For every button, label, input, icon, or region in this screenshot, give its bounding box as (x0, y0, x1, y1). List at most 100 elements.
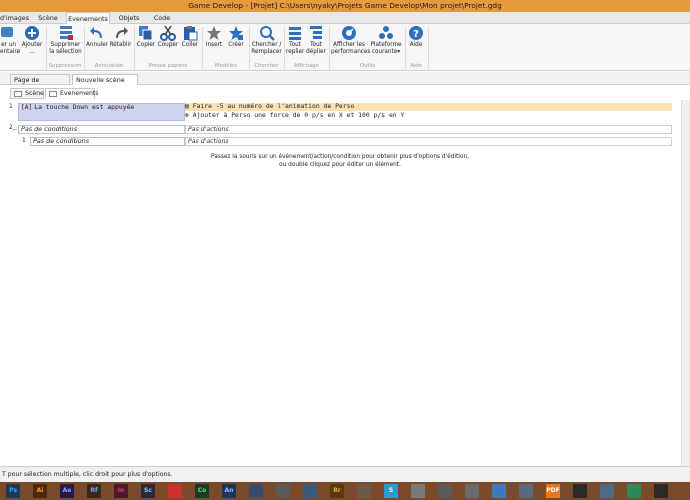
comment-icon (0, 27, 13, 37)
collapse-toggle-icon[interactable]: ⌐ (13, 127, 17, 133)
taskbar-app-icon[interactable]: S (384, 484, 398, 498)
taskbar-app-icon[interactable]: Rf (87, 484, 101, 498)
cut-button[interactable]: Couper (157, 25, 179, 49)
windows-taskbar: Ps Ai Ae Rf In Sc Co An Br S PDF (0, 482, 690, 500)
force-icon: ⊛ (185, 111, 189, 119)
undo-button[interactable]: Annuler (86, 25, 108, 49)
expand-all-icon (310, 26, 322, 39)
action-block[interactable]: Pas d'actions (185, 125, 672, 134)
taskbar-app-icon[interactable]: Ps (6, 484, 20, 498)
tab-nouvelle-scene[interactable]: Nouvelle scène ✕ (72, 74, 138, 94)
taskbar-app-icon[interactable] (573, 484, 587, 498)
condition-block[interactable]: [A] La touche Down est appuyée (18, 103, 185, 121)
help-label: Aide (409, 42, 423, 48)
tab-objets[interactable]: Objets (114, 12, 144, 24)
taskbar-app-icon[interactable]: An (222, 484, 236, 498)
current-platform-dropdown[interactable]: Plateforme courante▾ (368, 25, 404, 55)
add-comment-label-2: entaire (0, 48, 21, 55)
taskbar-app-icon[interactable] (249, 484, 263, 498)
event-number: 1 (22, 137, 26, 144)
taskbar-app-icon[interactable] (276, 484, 290, 498)
scene-view-tabs: Scène Evenements (0, 86, 690, 100)
tab-page-demarrage[interactable]: Page de démarrage (10, 74, 70, 94)
taskbar-app-icon[interactable] (600, 484, 614, 498)
add-comment-button[interactable]: er un entaire (0, 25, 21, 55)
svg-text:?: ? (413, 29, 419, 40)
star-plus-icon (229, 26, 243, 40)
search-replace-button[interactable]: Chercher / Remplacer (250, 25, 283, 55)
insert-template-button[interactable]: Insert (204, 25, 224, 49)
action-text: Ajouter à Perso une force de 0 p/s en X … (192, 111, 405, 119)
redo-label: Rétablir (109, 42, 132, 48)
subtab-evenements[interactable]: Evenements (45, 88, 99, 99)
show-performance-button[interactable]: Afficher les performances (331, 25, 370, 55)
group-label-modeles: Modèles (215, 63, 237, 69)
group-separator (84, 27, 85, 69)
taskbar-app-icon[interactable]: Ae (60, 484, 74, 498)
delete-label-1: Supprimer (50, 42, 81, 48)
expand-all-button[interactable]: Tout déplier (305, 25, 327, 55)
event-editor[interactable]: 1 [A] La touche Down est appuyée ▤ Faire… (0, 100, 690, 466)
action-row-selected[interactable]: ▤ Faire -5 au numéro de l'animation de P… (185, 103, 672, 111)
taskbar-app-icon[interactable]: Sc (141, 484, 155, 498)
delete-list-icon (59, 26, 73, 40)
condition-block[interactable]: Pas de conditions (18, 125, 185, 134)
search-label-1: Chercher / (251, 42, 282, 48)
undo-label: Annuler (86, 42, 109, 48)
action-block[interactable]: Pas d'actions (185, 137, 672, 146)
taskbar-app-icon[interactable] (303, 484, 317, 498)
group-label-suppression: Suppression (48, 63, 82, 69)
performance-icon (342, 26, 356, 40)
star-icon (207, 26, 221, 40)
taskbar-app-icon[interactable]: Br (330, 484, 344, 498)
taskbar-app-icon[interactable]: In (114, 484, 128, 498)
tab-images[interactable]: d'images (0, 12, 29, 24)
group-separator (428, 27, 429, 69)
taskbar-app-icon[interactable]: PDF (546, 484, 560, 498)
insert-label: Insert (205, 42, 223, 48)
redo-icon (115, 27, 128, 38)
copy-icon (139, 26, 153, 41)
event-number: 1 (9, 103, 13, 110)
condition-text: La touche Down est appuyée (34, 103, 135, 111)
add-button[interactable]: Ajouter ... (19, 25, 45, 55)
action-text: Faire -5 au numéro de l'animation de Per… (192, 102, 355, 110)
search-icon (259, 26, 275, 41)
group-separator (284, 27, 285, 69)
animation-icon: ▤ (185, 102, 189, 110)
collapse-all-button[interactable]: Tout replier (286, 25, 304, 55)
redo-button[interactable]: Rétablir (109, 25, 132, 49)
taskbar-app-icon[interactable]: Co (195, 484, 209, 498)
tab-code[interactable]: Code (148, 12, 176, 24)
condition-block[interactable]: Pas de conditions (30, 137, 185, 146)
taskbar-app-icon[interactable] (654, 484, 668, 498)
performance-label-1: Afficher les (333, 42, 365, 48)
taskbar-app-icon[interactable] (357, 484, 371, 498)
copy-label: Copier (136, 42, 156, 48)
taskbar-app-icon[interactable] (168, 484, 182, 498)
create-label: Créer (228, 42, 244, 48)
delete-selection-button[interactable]: Supprimer la sélection (48, 25, 83, 55)
help-button[interactable]: ? Aide (407, 25, 425, 49)
taskbar-app-icon[interactable]: Ai (33, 484, 47, 498)
vertical-scrollbar[interactable] (681, 100, 690, 466)
copy-button[interactable]: Copier (136, 25, 156, 49)
taskbar-app-icon[interactable] (438, 484, 452, 498)
subtab-evenements-label: Evenements (60, 90, 99, 97)
add-label-2: ... (29, 48, 35, 55)
document-tab-bar: Page de démarrage Nouvelle scène ✕ (0, 72, 690, 94)
taskbar-app-icon[interactable] (492, 484, 506, 498)
tab-scene[interactable]: Scène (32, 12, 64, 24)
subtab-scene[interactable]: Scène (10, 88, 44, 99)
paste-icon (184, 26, 198, 41)
taskbar-app-icon[interactable] (465, 484, 479, 498)
create-template-button[interactable]: Créer (225, 25, 247, 49)
taskbar-app-icon[interactable] (411, 484, 425, 498)
action-row[interactable]: ⊛ Ajouter à Perso une force de 0 p/s en … (185, 111, 672, 119)
taskbar-app-icon[interactable] (627, 484, 641, 498)
paste-button[interactable]: Coller (180, 25, 200, 49)
expand-label-1: Tout (310, 42, 322, 48)
ribbon-tab-bar: d'images Scène Evenements Objets Code (0, 12, 690, 25)
taskbar-app-icon[interactable] (519, 484, 533, 498)
undo-icon (90, 27, 102, 38)
